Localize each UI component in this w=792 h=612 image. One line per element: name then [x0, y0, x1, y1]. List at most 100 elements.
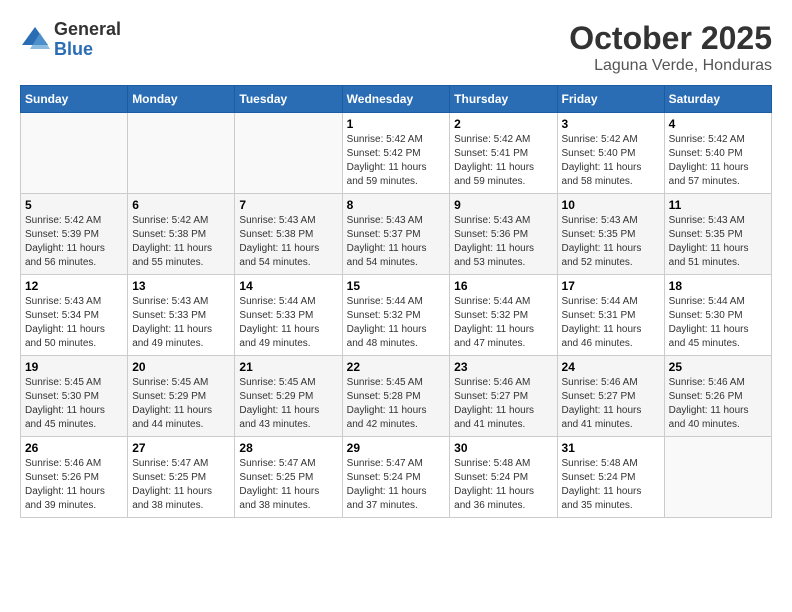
logo: General Blue [20, 20, 121, 60]
day-info: Sunrise: 5:42 AM Sunset: 5:40 PM Dayligh… [562, 133, 660, 189]
day-info: Sunrise: 5:46 AM Sunset: 5:27 PM Dayligh… [562, 376, 660, 432]
day-number: 13 [132, 279, 230, 293]
calendar-cell: 2 Sunrise: 5:42 AM Sunset: 5:41 PM Daylig… [450, 113, 557, 194]
calendar-cell [235, 113, 342, 194]
weekday-header: Tuesday [235, 86, 342, 113]
calendar-cell: 6Sunrise: 5:42 AM Sunset: 5:38 PM Daylig… [128, 194, 235, 275]
day-info: Sunrise: 5:45 AM Sunset: 5:30 PM Dayligh… [25, 376, 123, 432]
calendar-cell: 23Sunrise: 5:46 AM Sunset: 5:27 PM Dayli… [450, 356, 557, 437]
calendar-cell: 12 Sunrise: 5:43 AM Sunset: 5:34 PM Dayli… [21, 275, 128, 356]
logo-general-text: General [54, 20, 121, 40]
weekday-header: Wednesday [342, 86, 450, 113]
day-number: 2 [454, 117, 552, 131]
day-number: 24 [562, 360, 660, 374]
calendar-cell: 3Sunrise: 5:42 AM Sunset: 5:40 PM Daylig… [557, 113, 664, 194]
header: General Blue October 2025 Laguna Verde, … [20, 20, 772, 75]
day-info: Sunrise: 5:44 AM Sunset: 5:33 PM Dayligh… [239, 295, 337, 351]
day-number: 19 [25, 360, 123, 374]
calendar-week-row: 12 Sunrise: 5:43 AM Sunset: 5:34 PM Dayli… [21, 275, 772, 356]
calendar-week-row: 26Sunrise: 5:46 AM Sunset: 5:26 PM Dayli… [21, 437, 772, 518]
calendar-cell: 10 Sunrise: 5:43 AM Sunset: 5:35 PM Dayli… [557, 194, 664, 275]
day-info: Sunrise: 5:44 AM Sunset: 5:31 PM Dayligh… [562, 295, 660, 351]
day-number: 22 [347, 360, 446, 374]
calendar-cell: 20 Sunrise: 5:45 AM Sunset: 5:29 PM Dayli… [128, 356, 235, 437]
day-number: 14 [239, 279, 337, 293]
day-number: 20 [132, 360, 230, 374]
day-info: Sunrise: 5:45 AM Sunset: 5:29 PM Dayligh… [132, 376, 230, 432]
calendar-cell: 21Sunrise: 5:45 AM Sunset: 5:29 PM Dayli… [235, 356, 342, 437]
day-info: Sunrise: 5:43 AM Sunset: 5:33 PM Dayligh… [132, 295, 230, 351]
day-number: 4 [669, 117, 767, 131]
day-number: 5 [25, 198, 123, 212]
day-info: Sunrise: 5:44 AM Sunset: 5:32 PM Dayligh… [347, 295, 446, 351]
day-number: 16 [454, 279, 552, 293]
calendar-cell: 19 Sunrise: 5:45 AM Sunset: 5:30 PM Dayli… [21, 356, 128, 437]
calendar-cell: 5 Sunrise: 5:42 AM Sunset: 5:39 PM Daylig… [21, 194, 128, 275]
calendar-body: 1Sunrise: 5:42 AM Sunset: 5:42 PM Daylig… [21, 113, 772, 518]
weekday-header: Saturday [664, 86, 771, 113]
calendar-cell: 18 Sunrise: 5:44 AM Sunset: 5:30 PM Dayli… [664, 275, 771, 356]
day-info: Sunrise: 5:42 AM Sunset: 5:39 PM Dayligh… [25, 214, 123, 270]
logo-icon [20, 25, 50, 55]
calendar-cell: 15 Sunrise: 5:44 AM Sunset: 5:32 PM Dayli… [342, 275, 450, 356]
calendar: SundayMondayTuesdayWednesdayThursdayFrid… [20, 85, 772, 518]
calendar-cell: 26Sunrise: 5:46 AM Sunset: 5:26 PM Dayli… [21, 437, 128, 518]
calendar-cell: 4Sunrise: 5:42 AM Sunset: 5:40 PM Daylig… [664, 113, 771, 194]
calendar-cell: 30 Sunrise: 5:48 AM Sunset: 5:24 PM Dayli… [450, 437, 557, 518]
calendar-cell: 24 Sunrise: 5:46 AM Sunset: 5:27 PM Dayli… [557, 356, 664, 437]
day-info: Sunrise: 5:48 AM Sunset: 5:24 PM Dayligh… [454, 457, 552, 513]
day-number: 10 [562, 198, 660, 212]
day-number: 12 [25, 279, 123, 293]
day-info: Sunrise: 5:43 AM Sunset: 5:35 PM Dayligh… [562, 214, 660, 270]
calendar-header: SundayMondayTuesdayWednesdayThursdayFrid… [21, 86, 772, 113]
calendar-cell: 27 Sunrise: 5:47 AM Sunset: 5:25 PM Dayli… [128, 437, 235, 518]
day-info: Sunrise: 5:46 AM Sunset: 5:26 PM Dayligh… [669, 376, 767, 432]
title-area: October 2025 Laguna Verde, Honduras [569, 20, 772, 75]
day-info: Sunrise: 5:48 AM Sunset: 5:24 PM Dayligh… [562, 457, 660, 513]
month-title: October 2025 [569, 20, 772, 57]
weekday-header: Thursday [450, 86, 557, 113]
calendar-cell: 1Sunrise: 5:42 AM Sunset: 5:42 PM Daylig… [342, 113, 450, 194]
day-info: Sunrise: 5:44 AM Sunset: 5:32 PM Dayligh… [454, 295, 552, 351]
weekday-header: Friday [557, 86, 664, 113]
day-number: 25 [669, 360, 767, 374]
day-info: Sunrise: 5:44 AM Sunset: 5:30 PM Dayligh… [669, 295, 767, 351]
day-info: Sunrise: 5:42 AM Sunset: 5:41 PM Dayligh… [454, 133, 552, 189]
day-info: Sunrise: 5:43 AM Sunset: 5:34 PM Dayligh… [25, 295, 123, 351]
calendar-cell [664, 437, 771, 518]
calendar-cell: 13 Sunrise: 5:43 AM Sunset: 5:33 PM Dayli… [128, 275, 235, 356]
calendar-cell [21, 113, 128, 194]
day-number: 27 [132, 441, 230, 455]
logo-text: General Blue [54, 20, 121, 60]
day-info: Sunrise: 5:43 AM Sunset: 5:35 PM Dayligh… [669, 214, 767, 270]
day-number: 17 [562, 279, 660, 293]
day-info: Sunrise: 5:46 AM Sunset: 5:26 PM Dayligh… [25, 457, 123, 513]
calendar-cell: 25 Sunrise: 5:46 AM Sunset: 5:26 PM Dayli… [664, 356, 771, 437]
day-number: 28 [239, 441, 337, 455]
day-info: Sunrise: 5:43 AM Sunset: 5:37 PM Dayligh… [347, 214, 446, 270]
calendar-cell: 14 Sunrise: 5:44 AM Sunset: 5:33 PM Dayli… [235, 275, 342, 356]
day-number: 29 [347, 441, 446, 455]
day-info: Sunrise: 5:47 AM Sunset: 5:25 PM Dayligh… [239, 457, 337, 513]
calendar-cell: 29 Sunrise: 5:47 AM Sunset: 5:24 PM Dayli… [342, 437, 450, 518]
calendar-cell: 16 Sunrise: 5:44 AM Sunset: 5:32 PM Dayli… [450, 275, 557, 356]
weekday-header: Monday [128, 86, 235, 113]
logo-blue-text: Blue [54, 40, 121, 60]
calendar-cell: 17 Sunrise: 5:44 AM Sunset: 5:31 PM Dayli… [557, 275, 664, 356]
day-number: 6 [132, 198, 230, 212]
day-info: Sunrise: 5:47 AM Sunset: 5:24 PM Dayligh… [347, 457, 446, 513]
day-number: 18 [669, 279, 767, 293]
day-number: 7 [239, 198, 337, 212]
day-number: 1 [347, 117, 446, 131]
day-info: Sunrise: 5:45 AM Sunset: 5:29 PM Dayligh… [239, 376, 337, 432]
calendar-cell: 11Sunrise: 5:43 AM Sunset: 5:35 PM Dayli… [664, 194, 771, 275]
weekday-header-row: SundayMondayTuesdayWednesdayThursdayFrid… [21, 86, 772, 113]
day-info: Sunrise: 5:47 AM Sunset: 5:25 PM Dayligh… [132, 457, 230, 513]
day-number: 8 [347, 198, 446, 212]
calendar-cell: 8 Sunrise: 5:43 AM Sunset: 5:37 PM Daylig… [342, 194, 450, 275]
day-number: 30 [454, 441, 552, 455]
day-number: 15 [347, 279, 446, 293]
day-info: Sunrise: 5:45 AM Sunset: 5:28 PM Dayligh… [347, 376, 446, 432]
day-info: Sunrise: 5:43 AM Sunset: 5:36 PM Dayligh… [454, 214, 552, 270]
calendar-cell: 7Sunrise: 5:43 AM Sunset: 5:38 PM Daylig… [235, 194, 342, 275]
